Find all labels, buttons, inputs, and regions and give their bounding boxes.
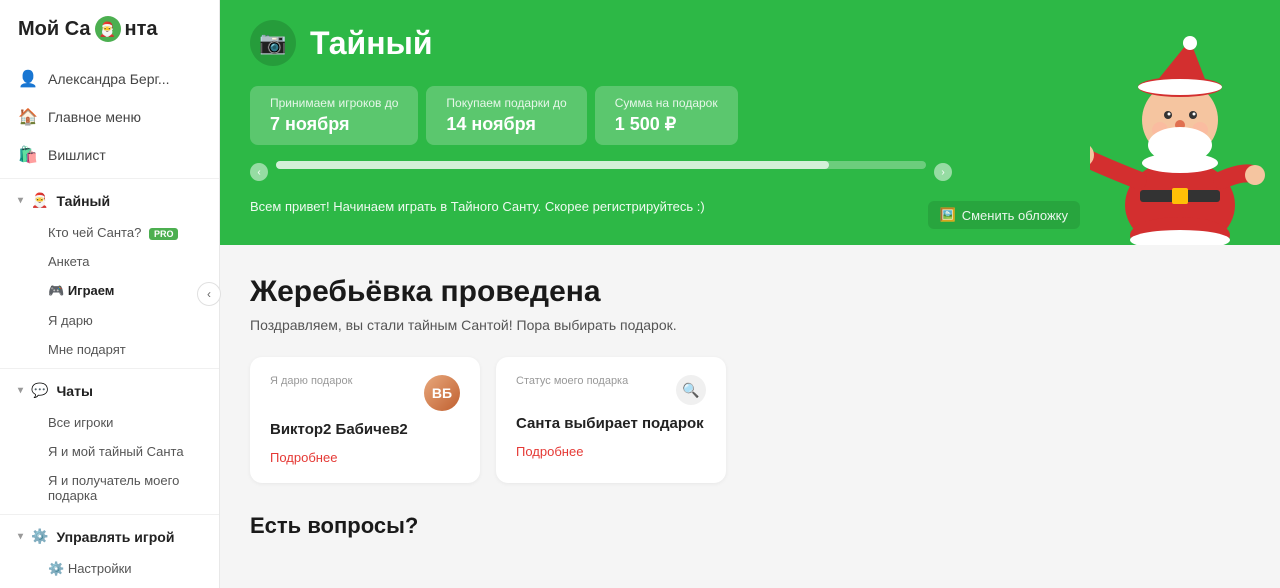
card-give-header: Я дарю подарок ВБ <box>270 375 460 411</box>
card-status-link[interactable]: Подробнее <box>516 444 706 459</box>
me-and-santa-label: Я и мой тайный Санта <box>48 444 184 459</box>
santa-illustration <box>1080 25 1280 245</box>
card-give-link[interactable]: Подробнее <box>270 450 460 465</box>
change-cover-icon: 🖼️ <box>940 207 956 223</box>
banner-card-3-value: 1 500 ₽ <box>615 114 718 135</box>
manage-icon: ⚙️ <box>31 528 48 545</box>
chevron-right-icon: ▾ <box>18 531 23 542</box>
sidebar-item-buy[interactable]: Купить PRO <box>0 584 219 588</box>
banner-scrollbar-track <box>276 161 829 169</box>
sidebar-section-chats[interactable]: ▾ 💬 Чаты <box>0 373 219 408</box>
santa-svg <box>1090 35 1270 245</box>
card-status-header: Статус моего подарка 🔍 <box>516 375 706 405</box>
search-icon: 🔍 <box>676 375 706 405</box>
sidebar-item-me-and-santa[interactable]: Я и мой тайный Санта <box>0 437 219 466</box>
sidebar-item-anketa[interactable]: Анкета <box>0 247 219 276</box>
playing-label: Играем <box>68 283 115 298</box>
card-give-label: Я дарю подарок <box>270 375 352 387</box>
chat-icon: 💬 <box>31 382 48 399</box>
change-cover-button[interactable]: 🖼️ Сменить обложку <box>928 201 1080 229</box>
banner-card-3-label: Сумма на подарок <box>615 96 718 110</box>
banner-card-players: Принимаем игроков до 7 ноября <box>250 86 418 145</box>
banner-card-sum: Сумма на подарок 1 500 ₽ <box>595 86 738 145</box>
chevron-down-icon: ▾ <box>18 195 23 206</box>
questions-title: Есть вопросы? <box>250 513 1250 539</box>
sidebar-item-main-menu[interactable]: 🏠 Главное меню <box>0 98 219 136</box>
chats-label: Чаты <box>56 383 92 399</box>
playing-icon: 🎮 <box>48 283 64 298</box>
card-status-name: Санта выбирает подарок <box>516 415 706 432</box>
camera-icon[interactable]: 📷 <box>250 20 296 66</box>
content-subtitle: Поздравляем, вы стали тайным Сантой! Пор… <box>250 317 1250 333</box>
sidebar-collapse-button[interactable]: ‹ <box>197 282 221 306</box>
sidebar-item-all-players[interactable]: Все игроки <box>0 408 219 437</box>
banner-scrollbar[interactable] <box>276 161 926 169</box>
banner-description: Всем привет! Начинаем играть в Тайного С… <box>250 197 750 217</box>
content-title: Жеребьёвка проведена <box>250 275 1250 309</box>
sidebar-item-me-give[interactable]: Мне подарят <box>0 335 219 364</box>
info-cards-row: Я дарю подарок ВБ Виктор2 Бабичев2 Подро… <box>250 357 1250 483</box>
logo-text-2: нта <box>125 18 158 41</box>
camera-emoji: 📷 <box>259 30 286 56</box>
gift-icon: 🛍️ <box>18 145 38 165</box>
sidebar-user-label: Александра Берг... <box>48 71 170 87</box>
i-give-label: Я дарю <box>48 313 93 328</box>
settings-label: Настройки <box>68 561 132 576</box>
logo-text-1: Мой Са <box>18 18 91 41</box>
sidebar: Мой Са 🎅 нта 👤 Александра Берг... 🏠 Глав… <box>0 0 220 588</box>
sidebar-main-menu-label: Главное меню <box>48 109 141 125</box>
divider-3 <box>0 514 219 515</box>
banner-card-2-value: 14 ноября <box>446 114 566 135</box>
sidebar-secret-label: Тайный <box>56 193 110 209</box>
banner-card-gifts: Покупаем подарки до 14 ноября <box>426 86 586 145</box>
logo[interactable]: Мой Са 🎅 нта <box>0 0 219 56</box>
main-content: 📷 Тайный Принимаем игроков до 7 ноября П… <box>220 0 1280 588</box>
chevron-down-icon-2: ▾ <box>18 385 23 396</box>
divider-1 <box>0 178 219 179</box>
scroll-right-arrow[interactable]: › <box>934 163 952 181</box>
banner-title: Тайный <box>310 25 433 62</box>
sidebar-item-whose-santa[interactable]: Кто чей Санта? PRO <box>0 218 219 247</box>
sidebar-item-playing[interactable]: 🎮 Играем <box>0 276 219 306</box>
user-icon: 👤 <box>18 69 38 89</box>
sidebar-item-settings[interactable]: ⚙️ Настройки <box>0 554 219 584</box>
sidebar-item-i-give[interactable]: Я дарю <box>0 306 219 335</box>
logo-icon: 🎅 <box>95 16 121 42</box>
me-give-label: Мне подарят <box>48 342 126 357</box>
card-give-avatar: ВБ <box>424 375 460 411</box>
sidebar-item-me-receiver[interactable]: Я и получатель моего подарка <box>0 466 219 510</box>
secret-santa-icon: 🎅 <box>31 192 48 209</box>
change-cover-label: Сменить обложку <box>962 208 1068 223</box>
card-status: Статус моего подарка 🔍 Санта выбирает по… <box>496 357 726 483</box>
banner-card-1-label: Принимаем игроков до <box>270 96 398 110</box>
sidebar-section-secret[interactable]: ▾ 🎅 Тайный <box>0 183 219 218</box>
sidebar-item-wishlist[interactable]: 🛍️ Вишлист <box>0 136 219 174</box>
whose-santa-label: Кто чей Санта? <box>48 225 141 240</box>
home-icon: 🏠 <box>18 107 38 127</box>
pro-badge-1: PRO <box>149 228 179 240</box>
sidebar-wishlist-label: Вишлист <box>48 147 106 163</box>
banner-card-1-value: 7 ноября <box>270 114 398 135</box>
card-give-name: Виктор2 Бабичев2 <box>270 421 460 438</box>
sidebar-nav: 👤 Александра Берг... 🏠 Главное меню 🛍️ В… <box>0 56 219 588</box>
sidebar-section-manage[interactable]: ▾ ⚙️ Управлять игрой <box>0 519 219 554</box>
scroll-left-arrow[interactable]: ‹ <box>250 163 268 181</box>
manage-label: Управлять игрой <box>56 529 174 545</box>
all-players-label: Все игроки <box>48 415 113 430</box>
card-status-label: Статус моего подарка <box>516 375 628 387</box>
banner: 📷 Тайный Принимаем игроков до 7 ноября П… <box>220 0 1280 245</box>
sidebar-item-user[interactable]: 👤 Александра Берг... <box>0 60 219 98</box>
me-receiver-label: Я и получатель моего подарка <box>48 473 179 503</box>
divider-2 <box>0 368 219 369</box>
anketa-label: Анкета <box>48 254 90 269</box>
banner-card-2-label: Покупаем подарки до <box>446 96 566 110</box>
content-area: Жеребьёвка проведена Поздравляем, вы ста… <box>220 245 1280 588</box>
card-give: Я дарю подарок ВБ Виктор2 Бабичев2 Подро… <box>250 357 480 483</box>
settings-icon: ⚙️ <box>48 561 64 576</box>
